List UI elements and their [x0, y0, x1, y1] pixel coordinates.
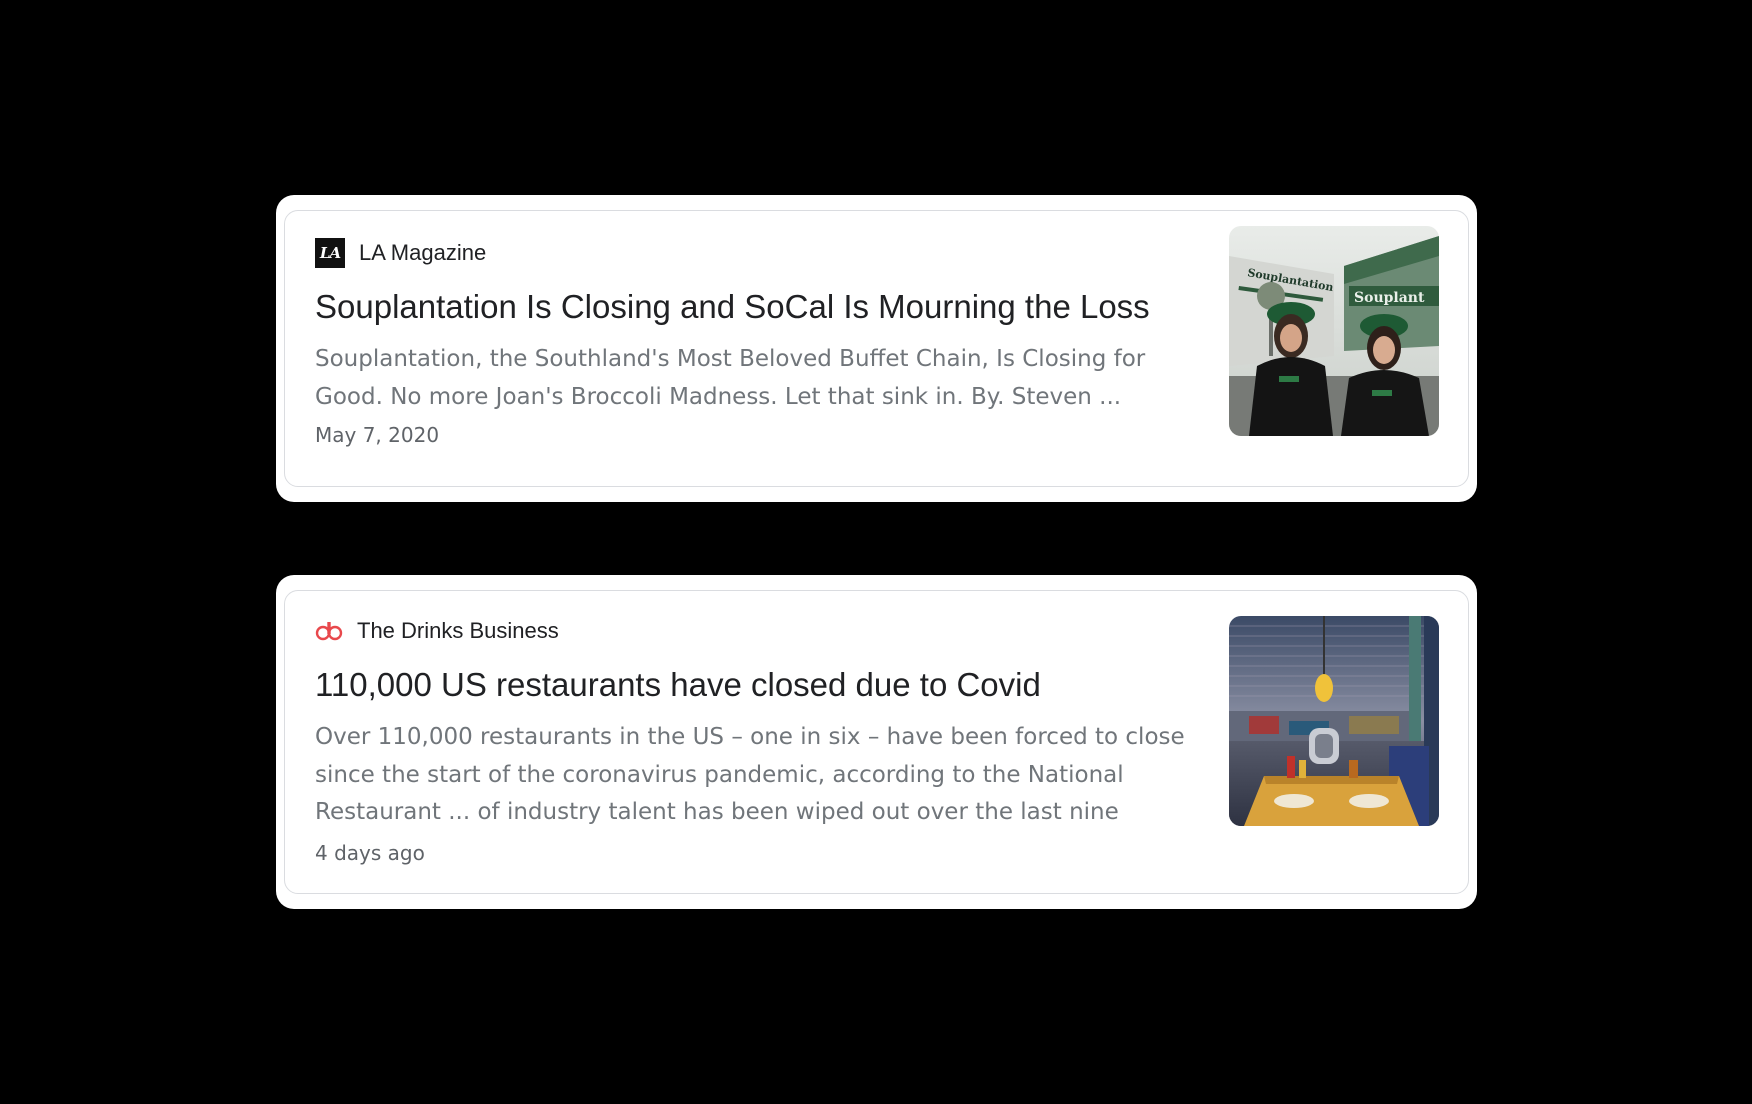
source-row: The Drinks Business [315, 616, 559, 646]
souplantation-storefront-photo: Souplantation Souplant [1229, 226, 1439, 436]
news-card-border: The Drinks Business 110,000 US restauran… [284, 590, 1469, 894]
diner-interior-photo [1229, 616, 1439, 826]
article-snippet: Over 110,000 restaurants in the US – one… [315, 724, 1185, 825]
svg-text:Souplant: Souplant [1354, 290, 1425, 306]
news-card-border: LA LA Magazine Souplantation Is Closing … [284, 210, 1469, 487]
article-thumbnail[interactable] [1229, 616, 1439, 826]
source-name: LA Magazine [359, 240, 487, 265]
source-name: The Drinks Business [357, 618, 559, 643]
la-magazine-logo-text: LA [319, 244, 341, 262]
la-magazine-logo-icon: LA [315, 238, 345, 268]
drinks-business-logo-icon [315, 621, 343, 641]
news-card[interactable]: The Drinks Business 110,000 US restauran… [276, 575, 1477, 909]
article-snippet: Souplantation, the Southland's Most Belo… [315, 346, 1146, 410]
article-thumbnail[interactable]: Souplantation Souplant [1229, 226, 1439, 436]
article-date: May 7, 2020 [315, 423, 440, 447]
article-headline-link[interactable]: 110,000 US restaurants have closed due t… [315, 666, 1041, 704]
article-headline-link[interactable]: Souplantation Is Closing and SoCal Is Mo… [315, 288, 1150, 326]
article-date: 4 days ago [315, 841, 425, 865]
source-row: LA LA Magazine [315, 238, 486, 268]
news-card[interactable]: LA LA Magazine Souplantation Is Closing … [276, 195, 1477, 502]
